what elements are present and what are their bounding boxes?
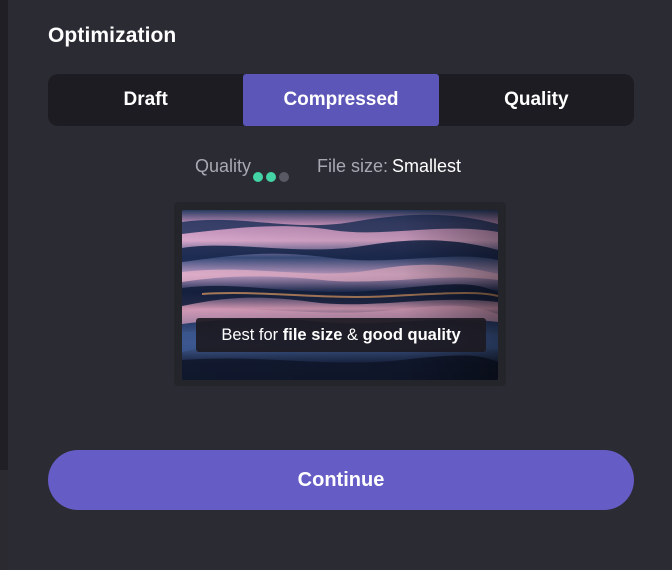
caption-ampersand: & (346, 325, 358, 344)
water-ripple-image (182, 210, 498, 380)
mode-quality-option[interactable]: Quality (439, 74, 634, 126)
mode-draft-option[interactable]: Draft (48, 74, 243, 126)
preview-caption: Best for file size & good quality (196, 318, 486, 352)
quality-dot-3 (278, 172, 289, 182)
mode-compressed-option[interactable]: Compressed (243, 74, 439, 126)
mode-info-row: Quality File size: Smallest (0, 150, 664, 182)
quality-dot-2 (265, 172, 276, 182)
filesize-label: File size: (316, 155, 388, 176)
quality-dot-1 (252, 172, 263, 182)
quality-label: Quality (194, 155, 251, 176)
filesize-value: Smallest (392, 155, 462, 176)
filesize-info: File size: Smallest (317, 156, 461, 177)
caption-file-size: file size (282, 325, 343, 344)
continue-button[interactable]: Continue (48, 450, 634, 510)
caption-prefix: Best for (221, 325, 279, 344)
caption-good-quality: good quality (362, 325, 461, 344)
optimization-mode-selector: Draft Compressed Quality (48, 74, 634, 126)
left-edge-panel-lower (0, 470, 8, 570)
preview-image (182, 210, 498, 380)
quality-rating-dots (252, 150, 289, 182)
left-edge-panel (0, 0, 8, 570)
section-title: Optimization (48, 24, 177, 47)
